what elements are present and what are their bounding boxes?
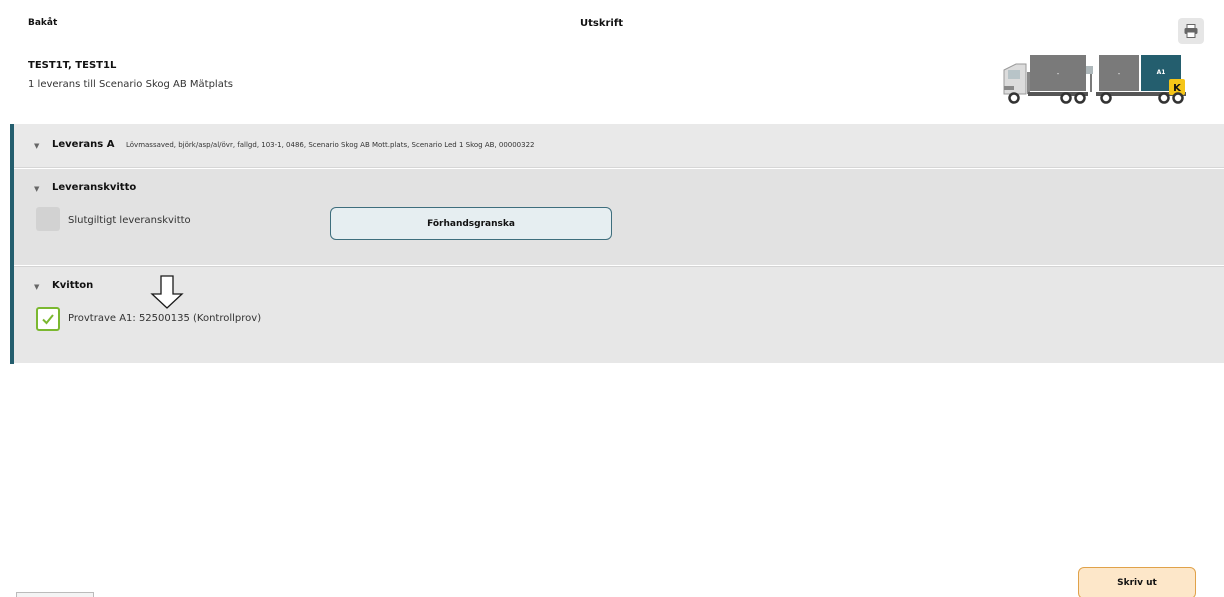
bottom-tab-fragment: [16, 592, 94, 597]
print-button[interactable]: Skriv ut: [1078, 567, 1196, 597]
final-receipt-label: Slutgiltigt leveranskvitto: [68, 215, 191, 226]
final-receipt-checkbox[interactable]: [36, 207, 60, 231]
load-label-3: A1: [1157, 69, 1166, 76]
back-link[interactable]: Bakåt: [28, 18, 57, 28]
top-bar: Bakåt Utskrift: [0, 0, 1224, 48]
leveranskvitto-heading[interactable]: Leveranskvitto: [52, 182, 136, 193]
vehicle-name: TEST1T, TEST1L: [28, 60, 117, 71]
truck-trailer-icon: - - A1 K: [1003, 55, 1186, 104]
kvitton-section: ▼ Kvitton Provtrave A1: 52500135 (Kontro…: [14, 266, 1224, 363]
check-icon: [42, 314, 54, 325]
page-title: Utskrift: [580, 18, 623, 29]
printer-icon: [1184, 24, 1198, 38]
receipt-label: Provtrave A1: 52500135 (Kontrollprov): [68, 313, 262, 324]
preview-button[interactable]: Förhandsgranska: [330, 207, 612, 240]
triangle-down-icon[interactable]: ▼: [34, 185, 39, 193]
print-icon-button[interactable]: [1178, 18, 1204, 44]
delivery-info: 1 leverans till Scenario Skog AB Mätplat…: [28, 79, 233, 90]
leverans-heading: Leverans A: [52, 139, 115, 150]
arrow-down-outline-icon: [150, 275, 184, 309]
leveranskvitto-section: ▼ Leveranskvitto Slutgiltigt leveranskvi…: [14, 169, 1224, 265]
triangle-down-icon[interactable]: ▼: [34, 283, 39, 291]
leverans-section[interactable]: ▼ Leverans A Lövmassaved, björk/asp/al/ö…: [14, 124, 1224, 168]
leverans-detail: Lövmassaved, björk/asp/al/övr, fallgd, 1…: [126, 141, 535, 149]
receipt-checkbox[interactable]: [36, 307, 60, 331]
triangle-down-icon: ▼: [34, 142, 40, 150]
kvitton-heading[interactable]: Kvitton: [52, 280, 93, 291]
